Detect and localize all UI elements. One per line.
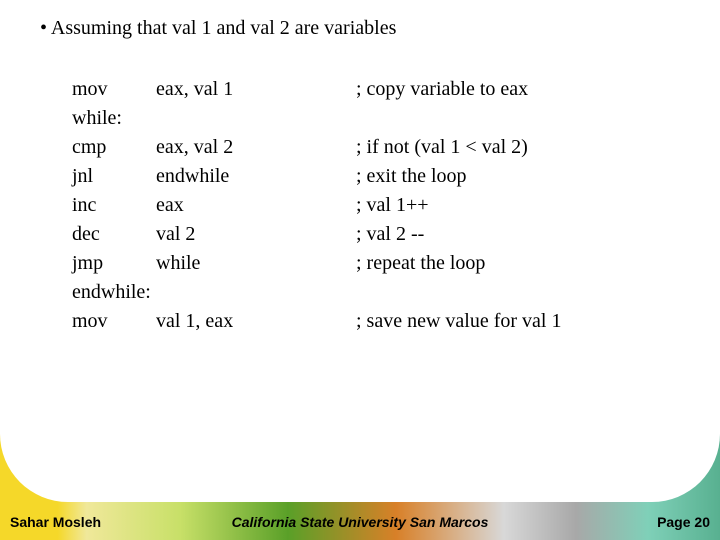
slide-card: • Assuming that val 1 and val 2 are vari… (0, 0, 720, 502)
code-operands: eax (156, 191, 356, 220)
code-operands: endwhile (156, 162, 356, 191)
code-mnemonic: endwhile: (72, 278, 156, 307)
code-mnemonic: jnl (72, 162, 156, 191)
code-comment: ; repeat the loop (356, 249, 561, 278)
code-mnemonic: inc (72, 191, 156, 220)
code-mnemonic: dec (72, 220, 156, 249)
code-comment: ; if not (val 1 < val 2) (356, 133, 561, 162)
code-row: jnlendwhile; exit the loop (72, 162, 561, 191)
code-row: cmpeax, val 2; if not (val 1 < val 2) (72, 133, 561, 162)
code-comment: ; copy variable to eax (356, 75, 561, 104)
code-comment (356, 104, 561, 133)
footer-affiliation: California State University San Marcos (0, 514, 720, 530)
code-row: while: (72, 104, 561, 133)
code-comment: ; save new value for val 1 (356, 307, 561, 336)
code-mnemonic: mov (72, 307, 156, 336)
slide-footer: Sahar Mosleh California State University… (0, 508, 720, 540)
code-mnemonic: jmp (72, 249, 156, 278)
code-row: moveax, val 1; copy variable to eax (72, 75, 561, 104)
code-row: movval 1, eax; save new value for val 1 (72, 307, 561, 336)
code-row: inceax; val 1++ (72, 191, 561, 220)
footer-page: Page 20 (657, 514, 710, 530)
code-operands: eax, val 2 (156, 133, 356, 162)
code-comment: ; val 1++ (356, 191, 561, 220)
code-row: jmpwhile; repeat the loop (72, 249, 561, 278)
code-table: moveax, val 1; copy variable to eaxwhile… (72, 75, 561, 336)
code-operands: val 1, eax (156, 307, 356, 336)
slide-content: • Assuming that val 1 and val 2 are vari… (0, 0, 720, 336)
code-comment: ; val 2 -- (356, 220, 561, 249)
code-operands: while (156, 249, 356, 278)
code-comment: ; exit the loop (356, 162, 561, 191)
code-row: decval 2; val 2 -- (72, 220, 561, 249)
code-mnemonic: mov (72, 75, 156, 104)
code-operands: val 2 (156, 220, 356, 249)
code-mnemonic: while: (72, 104, 156, 133)
code-mnemonic: cmp (72, 133, 156, 162)
code-operands (156, 278, 356, 307)
code-operands (156, 104, 356, 133)
code-comment (356, 278, 561, 307)
code-row: endwhile: (72, 278, 561, 307)
code-operands: eax, val 1 (156, 75, 356, 104)
slide-heading: • Assuming that val 1 and val 2 are vari… (40, 16, 680, 41)
footer-author: Sahar Mosleh (10, 514, 101, 530)
